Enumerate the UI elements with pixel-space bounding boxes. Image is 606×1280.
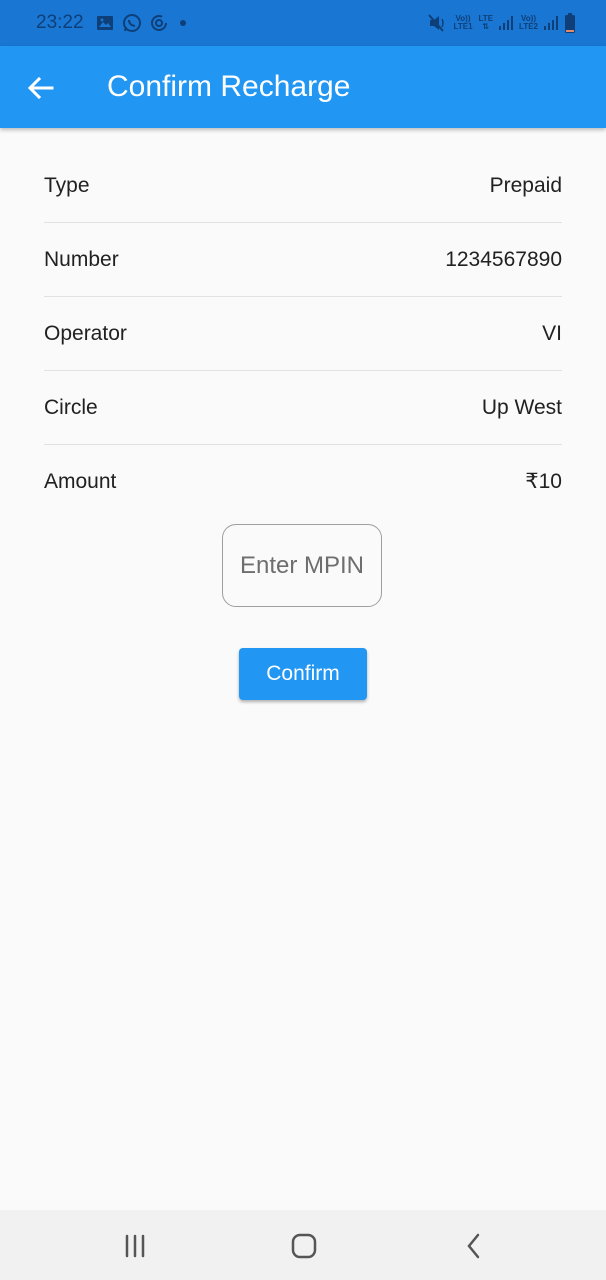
detail-label: Number [44, 247, 119, 271]
back-icon [467, 1233, 480, 1259]
arrow-left-icon [27, 76, 54, 100]
detail-row-circle: Circle Up West [44, 371, 562, 445]
confirm-button[interactable]: Confirm [239, 648, 367, 700]
system-nav-bar [0, 1210, 606, 1280]
detail-value: ₹10 [525, 470, 562, 493]
back-nav-button[interactable] [454, 1230, 494, 1262]
battery-icon [564, 13, 576, 33]
detail-label: Amount [44, 469, 117, 493]
detail-row-amount: Amount ₹10 [44, 445, 562, 518]
detail-row-operator: Operator VI [44, 297, 562, 371]
recents-icon [125, 1234, 145, 1258]
detail-value: 1234567890 [445, 247, 562, 271]
status-left: 23:22 [36, 0, 190, 46]
app-bar: Confirm Recharge [0, 46, 606, 128]
home-icon [291, 1233, 317, 1259]
page-title: Confirm Recharge [107, 70, 351, 103]
lte-icon: LTE ⇅ [478, 14, 494, 31]
dot-icon [176, 19, 190, 27]
signal-icon [544, 16, 558, 30]
recharge-details: Type Prepaid Number 1234567890 Operator … [44, 149, 562, 518]
detail-label: Type [44, 173, 90, 197]
signal-icon [499, 16, 514, 30]
status-right: Vo)) LTE1 LTE ⇅ Vo)) LTE2 [427, 0, 576, 46]
status-bar: 23:22 Vo)) LTE1 LTE ⇅ Vo)) LTE2 [0, 0, 606, 46]
volte-lte2-icon: Vo)) LTE2 [519, 14, 538, 31]
detail-label: Circle [44, 395, 98, 419]
sync-icon [150, 14, 168, 32]
mute-icon [427, 14, 448, 32]
recents-button[interactable] [115, 1230, 155, 1262]
detail-value: Up West [481, 395, 562, 419]
detail-label: Operator [44, 321, 127, 345]
detail-value: Prepaid [489, 173, 562, 197]
detail-value: VI [542, 321, 562, 345]
volte-lte1-icon: Vo)) LTE1 [453, 14, 473, 31]
back-button[interactable] [24, 71, 58, 105]
mpin-input[interactable] [223, 525, 381, 606]
whatsapp-icon [122, 13, 142, 33]
detail-row-type: Type Prepaid [44, 149, 562, 223]
mpin-field[interactable] [222, 524, 382, 607]
status-time: 23:22 [36, 12, 84, 33]
detail-row-number: Number 1234567890 [44, 223, 562, 297]
home-button[interactable] [284, 1230, 324, 1262]
gallery-icon [96, 15, 114, 31]
